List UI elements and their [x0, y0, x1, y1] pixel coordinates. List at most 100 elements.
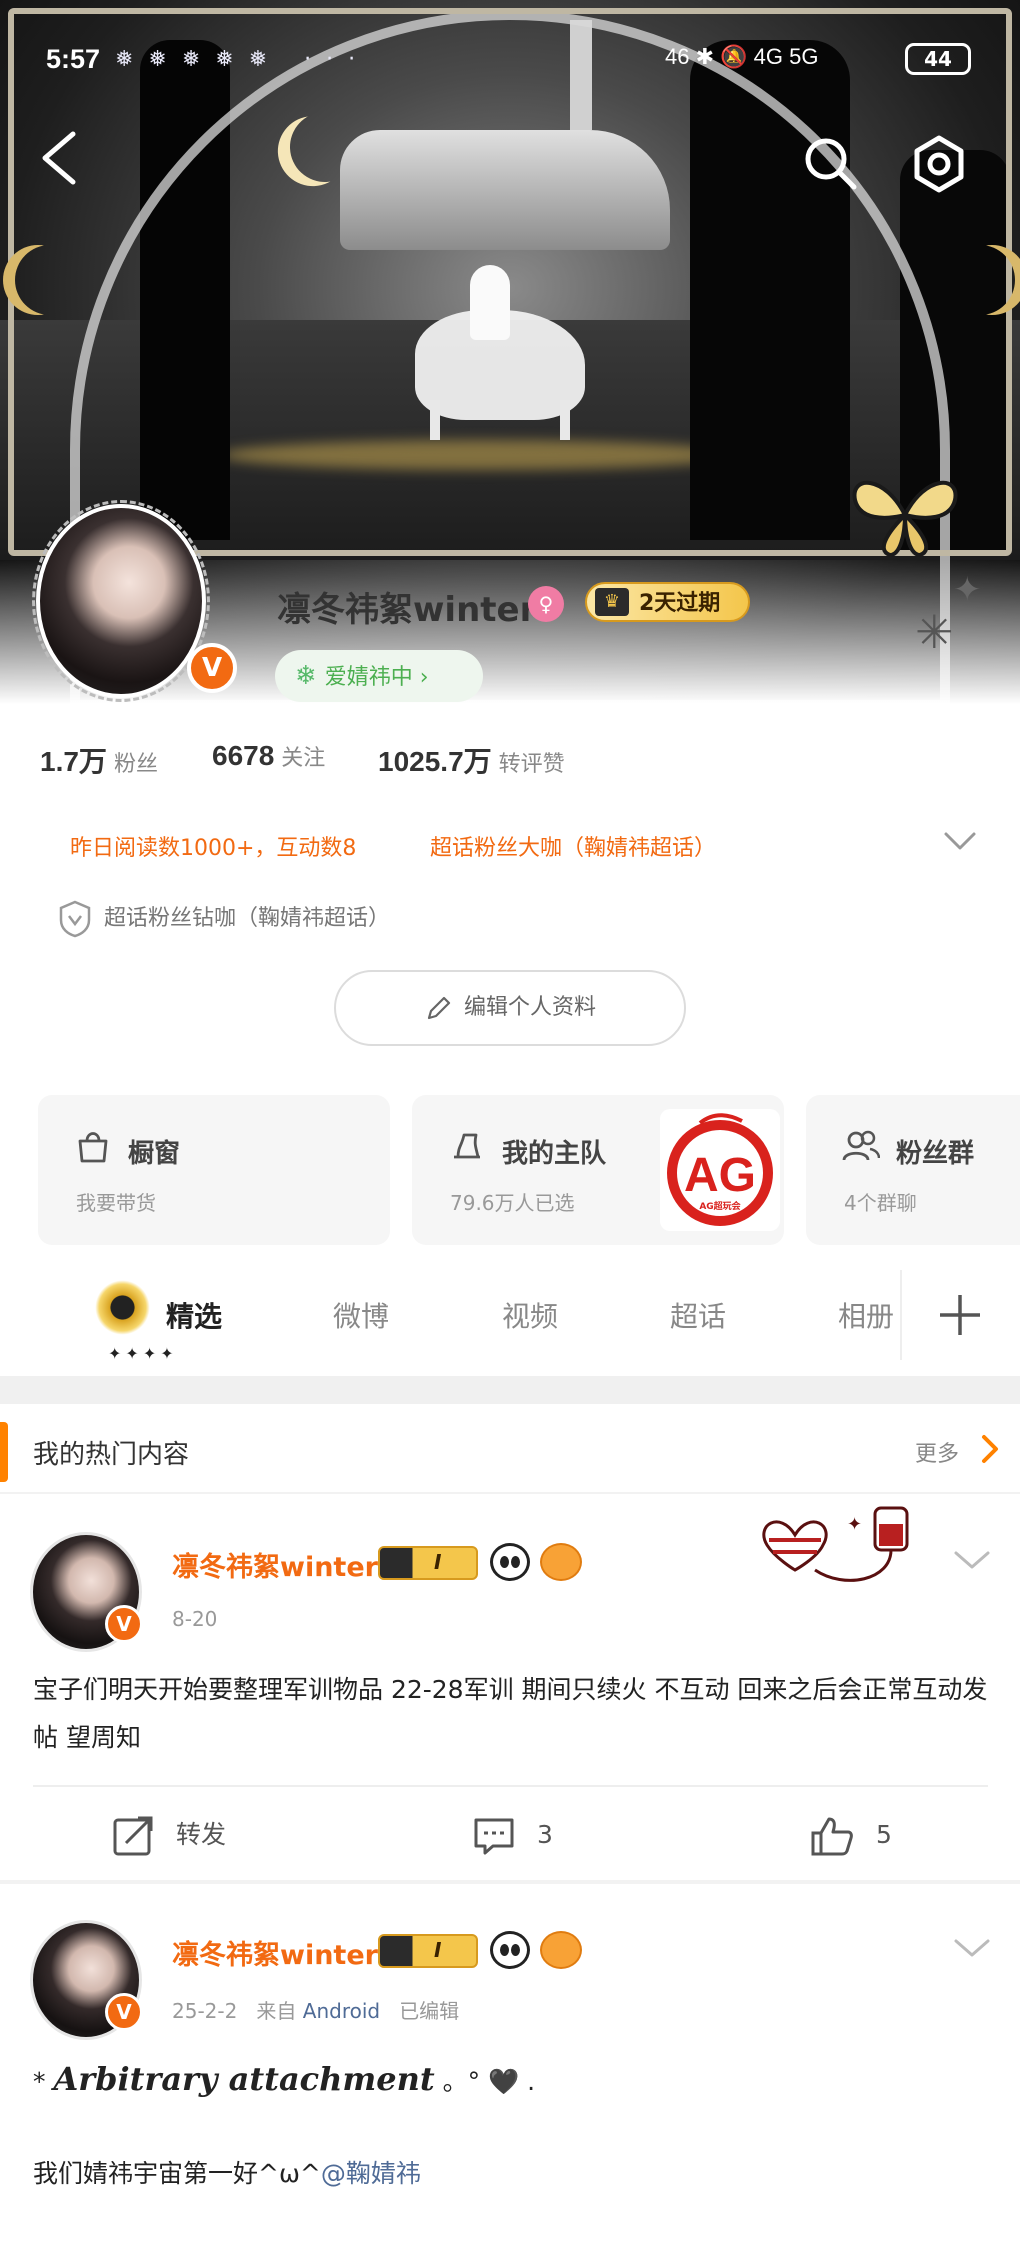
card-my-team[interactable]: 我的主队 79.6万人已选 AG AG超玩会 — [412, 1095, 784, 1245]
post-date: 25-2-2 — [172, 1999, 238, 2023]
post-meta: 25-2-2 来自 Android 已编辑 — [172, 1995, 459, 2024]
crown-icon: ♛ — [595, 588, 629, 616]
comment-button[interactable]: 3 — [473, 1815, 553, 1857]
chevron-down-icon[interactable] — [940, 820, 980, 860]
profile-username: 凛冬祎絮winter — [277, 590, 537, 630]
status-time: 5:57 — [46, 44, 101, 74]
section-accent-bar — [0, 1422, 8, 1482]
sparkle-icon: ✳ — [915, 605, 954, 659]
panda-icon — [490, 1931, 530, 1969]
post-divider — [33, 1785, 988, 1787]
honor-super-fan[interactable]: 超话粉丝大咖（鞠婧祎超话） — [430, 830, 716, 862]
post-author[interactable]: 凛冬祎絮winter — [172, 1933, 378, 1972]
edit-profile-label: 编辑个人资料 — [463, 995, 596, 1020]
chevron-left-icon[interactable] — [35, 128, 85, 188]
stat-value: 6678 — [212, 740, 275, 771]
fan-tag-label: 爱婧祎中 — [324, 665, 413, 690]
level-badge[interactable]: I — [378, 1934, 478, 1968]
post-source-prefix: 来自 — [256, 1999, 297, 2023]
comment-icon — [474, 1818, 514, 1855]
female-icon: ♀ — [528, 586, 564, 622]
plus-icon[interactable] — [930, 1285, 990, 1345]
stat-following[interactable]: 6678 关注 — [212, 740, 325, 772]
profile-page: ✦ ✳ 5:57 ❅❅❅❅❅ ··· 46 ✱ 🔕 4G 5G 44 V 凛冬祎… — [0, 0, 1020, 2250]
sparkle-icon: ✦ — [953, 570, 982, 610]
stat-label: 关注 — [281, 746, 326, 771]
thumbs-up-icon — [811, 1817, 853, 1856]
card-title: 橱窗 — [128, 1139, 181, 1169]
card-shop-window[interactable]: 橱窗 我要带货 — [38, 1095, 390, 1245]
battery-icon: 44 — [905, 43, 971, 75]
tab-decoration: ✦✦✦✦ — [108, 1344, 178, 1363]
card-subtitle: 我要带货 — [76, 1191, 156, 1215]
notification-icons: ❅❅❅❅❅ ··· — [115, 47, 371, 72]
card-subtitle: 79.6万人已选 — [450, 1191, 575, 1215]
tab-album[interactable]: 相册 — [838, 1295, 894, 1335]
post-text-line: 我们婧祎宇宙第一好^ω^@鞠婧祎 — [33, 2150, 993, 2198]
honor-diamond[interactable]: 超话粉丝钻咖（鞠婧祎超话） — [58, 900, 390, 938]
status-bar: 5:57 ❅❅❅❅❅ ··· 46 ✱ 🔕 4G 5G 44 — [0, 30, 1020, 90]
featured-deco-icon — [95, 1280, 150, 1335]
chevron-right-icon: › — [412, 665, 429, 690]
level-text: I — [434, 1938, 442, 1962]
stat-label: 粉丝 — [113, 752, 158, 777]
repost-button[interactable]: 转发 — [112, 1815, 226, 1857]
edit-profile-button[interactable]: 编辑个人资料 — [334, 970, 686, 1046]
comment-count: 3 — [537, 1820, 553, 1849]
stat-followers[interactable]: 1.7万 粉丝 — [40, 740, 158, 780]
cup-icon — [454, 1133, 480, 1159]
shopping-bag-icon — [78, 1132, 108, 1163]
like-count: 5 — [876, 1820, 892, 1849]
fan-tag[interactable]: ❄ 爱婧祎中 › — [275, 650, 483, 702]
level-text: I — [434, 1550, 442, 1574]
post-separator — [0, 1880, 1020, 1884]
honor-diamond-label: 超话粉丝钻咖（鞠婧祎超话） — [104, 906, 391, 931]
like-button[interactable]: 5 — [810, 1815, 892, 1857]
post-author[interactable]: 凛冬祎絮winter — [172, 1545, 378, 1584]
post-text-line: * Arbitrary attachment 。° 🖤 . — [33, 2055, 993, 2106]
tab-supertopic[interactable]: 超话 — [670, 1295, 726, 1335]
butterfly-icon — [852, 480, 958, 558]
card-fan-group[interactable]: 粉丝群 4个群聊 — [806, 1095, 1020, 1245]
card-subtitle: 4个群聊 — [844, 1191, 917, 1215]
team-logo-text: AG — [684, 1149, 756, 1202]
stat-interactions[interactable]: 1025.7万 转评赞 — [378, 740, 565, 780]
tab-video[interactable]: 视频 — [502, 1295, 558, 1335]
hot-content-header: 我的热门内容 更多 — [0, 1404, 1020, 1494]
level-badge[interactable]: I — [378, 1546, 478, 1580]
more-link[interactable]: 更多 — [915, 1436, 959, 1468]
stat-value: 1025.7万 — [378, 746, 492, 777]
honor-daily[interactable]: 昨日阅读数1000+，互动数8 — [70, 830, 356, 862]
post-source[interactable]: Android — [303, 1999, 380, 2023]
tab-weibo[interactable]: 微博 — [333, 1295, 389, 1335]
shield-icon — [59, 900, 91, 938]
crescent-ornament-icon — [15, 245, 85, 315]
search-icon[interactable] — [802, 135, 858, 191]
stat-value: 1.7万 — [40, 746, 107, 777]
avatar[interactable]: V — [32, 500, 237, 702]
tab-featured[interactable]: 精选 — [166, 1295, 222, 1335]
snowflake-icon: ❄ — [295, 661, 317, 691]
mention-link[interactable]: @鞠婧祎 — [321, 2159, 421, 2188]
chevron-down-icon[interactable] — [952, 1545, 992, 1575]
post-edited: 已编辑 — [399, 1999, 460, 2023]
hot-content-title: 我的热门内容 — [33, 1440, 190, 1470]
gear-icon[interactable] — [910, 135, 968, 193]
vip-badge[interactable]: ♛ 2天过期 — [585, 582, 751, 622]
avatar-frame — [32, 500, 210, 702]
post-text-suffix: 。° 🖤 . — [434, 2067, 536, 2096]
post-text-prefix: * — [33, 2067, 54, 2096]
panda-icon — [490, 1543, 530, 1581]
ag-logo-icon: AG AG超玩会 — [667, 1113, 773, 1226]
tab-divider — [900, 1270, 902, 1360]
chevron-right-icon[interactable] — [978, 1432, 1002, 1466]
post-date: 8-20 — [172, 1607, 218, 1631]
post-text-italic: Arbitrary attachment — [53, 2060, 435, 2098]
repost-label: 转发 — [176, 1820, 227, 1849]
fish-icon — [540, 1543, 582, 1581]
team-logo-caption: AG超玩会 — [699, 1200, 741, 1212]
chevron-down-icon[interactable] — [952, 1933, 992, 1963]
card-title: 我的主队 — [502, 1139, 607, 1169]
card-title: 粉丝群 — [896, 1139, 975, 1169]
verified-badge-icon: V — [105, 1605, 143, 1643]
